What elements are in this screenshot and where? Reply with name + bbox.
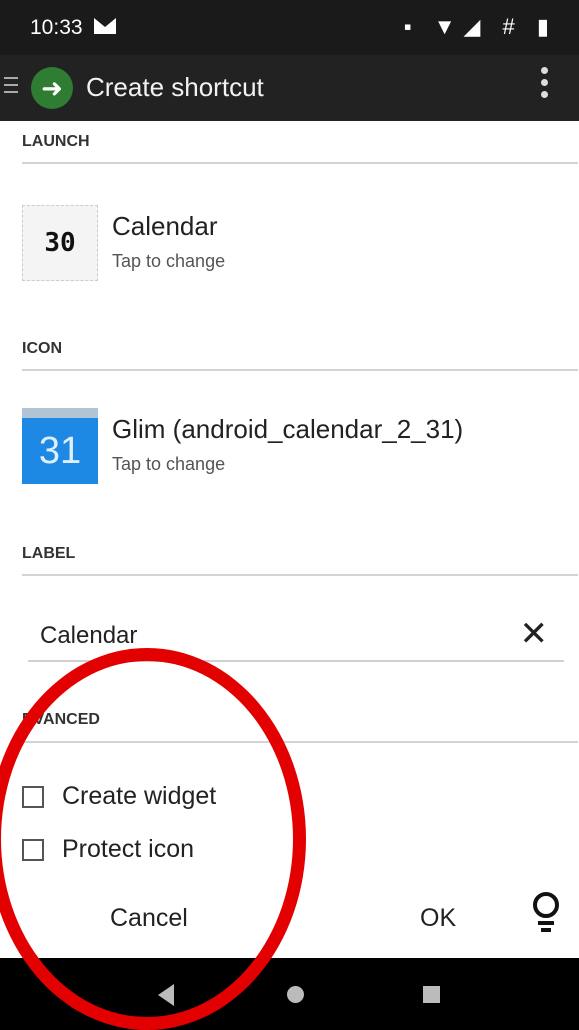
status-time: 10:33 — [30, 16, 83, 39]
overflow-menu-icon[interactable] — [541, 67, 549, 103]
section-launch-header: LAUNCH — [22, 133, 90, 150]
status-icons: ▪ ▼◢ # ▮ — [403, 14, 557, 39]
back-icon[interactable] — [158, 984, 174, 1006]
lightbulb-icon[interactable] — [528, 892, 564, 942]
launch-item-subtitle: Tap to change — [112, 251, 226, 271]
launch-item[interactable]: 30 Calendar Tap to change — [22, 205, 562, 295]
checkbox-box[interactable] — [22, 839, 44, 861]
cancel-button[interactable]: Cancel — [110, 904, 188, 933]
calendar-app-icon: 30 — [22, 205, 98, 281]
recents-icon[interactable] — [423, 986, 440, 1003]
label-input-value[interactable]: Calendar — [40, 622, 137, 650]
launch-item-title: Calendar — [112, 211, 218, 241]
section-advanced-header: DVANCED — [22, 711, 100, 728]
label-input[interactable]: Calendar ✕ — [28, 608, 564, 662]
divider — [22, 369, 578, 371]
mail-icon — [94, 18, 116, 34]
glim-calendar-icon: 31 — [22, 408, 98, 484]
create-widget-checkbox[interactable]: Create widget — [22, 780, 322, 816]
navigation-bar — [0, 958, 579, 1030]
section-label-header: LABEL — [22, 545, 76, 562]
home-icon[interactable] — [287, 986, 304, 1003]
divider — [22, 574, 578, 576]
app-bar: ➜ Create shortcut — [0, 55, 579, 121]
icon-item-title: Glim (android_calendar_2_31) — [112, 414, 464, 444]
menu-icon[interactable] — [4, 77, 18, 95]
clear-icon[interactable]: ✕ — [520, 614, 549, 654]
divider — [22, 741, 578, 743]
ok-button[interactable]: OK — [420, 904, 456, 933]
divider — [22, 162, 578, 164]
shortcut-logo-icon: ➜ — [31, 67, 73, 109]
status-bar: 10:33 ▪ ▼◢ # ▮ — [0, 0, 579, 55]
section-icon-header: ICON — [22, 340, 62, 357]
checkbox-box[interactable] — [22, 786, 44, 808]
checkbox-label: Create widget — [62, 782, 217, 810]
checkbox-label: Protect icon — [62, 835, 195, 863]
icon-item[interactable]: 31 Glim (android_calendar_2_31) Tap to c… — [22, 408, 562, 498]
app-title: Create shortcut — [86, 72, 264, 102]
icon-item-subtitle: Tap to change — [112, 454, 226, 474]
protect-icon-checkbox[interactable]: Protect icon — [22, 833, 322, 869]
